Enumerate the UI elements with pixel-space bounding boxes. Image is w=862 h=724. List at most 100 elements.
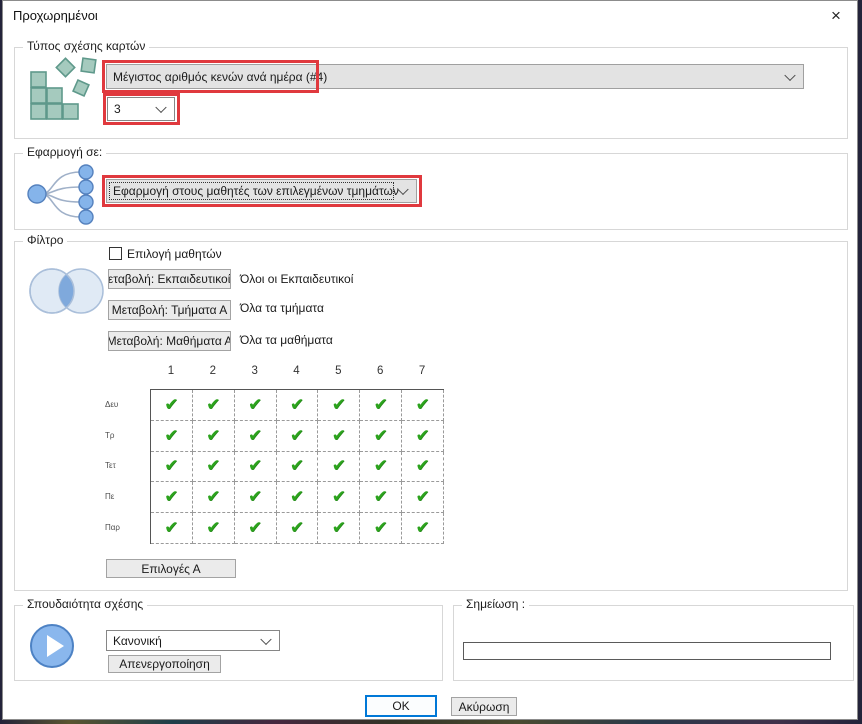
grid-cell[interactable]: ✔ xyxy=(193,482,235,513)
close-icon[interactable]: × xyxy=(817,2,855,30)
check-icon: ✔ xyxy=(290,518,304,538)
check-icon: ✔ xyxy=(206,395,220,415)
importance-value: Κανονική xyxy=(113,634,162,648)
grid-cell[interactable]: ✔ xyxy=(360,452,402,483)
check-icon: ✔ xyxy=(415,426,429,446)
chevron-down-icon xyxy=(784,69,795,80)
grid-cell[interactable]: ✔ xyxy=(151,513,193,544)
grid-column-header: 7 xyxy=(401,365,443,385)
disable-button[interactable]: Απενεργοποίηση xyxy=(108,655,221,673)
classes-status: Όλα τα τμήματα xyxy=(240,301,324,315)
check-icon: ✔ xyxy=(332,487,346,507)
dialog-title: Προχωρημένοι xyxy=(13,8,98,23)
grid-cell[interactable]: ✔ xyxy=(277,390,319,421)
check-icon: ✔ xyxy=(206,518,220,538)
grid-cell[interactable]: ✔ xyxy=(235,421,277,452)
change-lessons-button[interactable]: Μεταβολή: Μαθήματα Α xyxy=(108,331,231,351)
venn-icon xyxy=(25,265,105,322)
grid-cell[interactable]: ✔ xyxy=(151,482,193,513)
check-icon: ✔ xyxy=(332,518,346,538)
grid-cell[interactable]: ✔ xyxy=(151,390,193,421)
grid-cell[interactable]: ✔ xyxy=(193,513,235,544)
check-icon: ✔ xyxy=(332,426,346,446)
check-icon: ✔ xyxy=(374,518,388,538)
teachers-status: Όλοι οι Εκπαιδευτικοί xyxy=(240,272,353,286)
grid-row-label: Τρ xyxy=(105,420,149,451)
check-icon: ✔ xyxy=(206,426,220,446)
check-icon: ✔ xyxy=(164,395,178,415)
note-group: Σημείωση : xyxy=(453,605,854,681)
grid-cell[interactable]: ✔ xyxy=(193,452,235,483)
grid-cell[interactable]: ✔ xyxy=(318,421,360,452)
check-icon: ✔ xyxy=(248,456,262,476)
check-icon: ✔ xyxy=(415,487,429,507)
grid-cell[interactable]: ✔ xyxy=(318,513,360,544)
check-icon: ✔ xyxy=(415,395,429,415)
grid-cell[interactable]: ✔ xyxy=(402,390,444,421)
focus-rect xyxy=(109,182,394,200)
grid-cell[interactable]: ✔ xyxy=(193,421,235,452)
grid-cell[interactable]: ✔ xyxy=(277,513,319,544)
change-teachers-button[interactable]: Μεταβολή: Εκπαιδευτικοί Α xyxy=(108,269,231,289)
grid-cell[interactable]: ✔ xyxy=(151,452,193,483)
grid-cell[interactable]: ✔ xyxy=(235,513,277,544)
check-icon: ✔ xyxy=(206,487,220,507)
grid-cell[interactable]: ✔ xyxy=(318,390,360,421)
grid-cell[interactable]: ✔ xyxy=(360,421,402,452)
note-group-label: Σημείωση : xyxy=(462,597,529,611)
change-classes-button[interactable]: Μεταβολή: Τμήματα Α xyxy=(108,300,231,320)
grid-cell[interactable]: ✔ xyxy=(193,390,235,421)
relation-type-value: Μέγιστος αριθμός κενών ανά ημέρα (#4) xyxy=(113,70,327,84)
grid-column-header: 5 xyxy=(317,365,359,385)
check-icon: ✔ xyxy=(415,456,429,476)
check-icon: ✔ xyxy=(374,426,388,446)
grid-cell[interactable]: ✔ xyxy=(151,421,193,452)
check-icon: ✔ xyxy=(164,456,178,476)
grid-cell[interactable]: ✔ xyxy=(402,482,444,513)
chevron-down-icon xyxy=(155,102,166,113)
check-icon: ✔ xyxy=(206,456,220,476)
grid-cell[interactable]: ✔ xyxy=(235,390,277,421)
hierarchy-icon xyxy=(25,163,101,230)
grid-cell[interactable]: ✔ xyxy=(318,452,360,483)
grid-cell[interactable]: ✔ xyxy=(277,452,319,483)
grid-column-header: 2 xyxy=(192,365,234,385)
grid-cell[interactable]: ✔ xyxy=(360,513,402,544)
grid-cell[interactable]: ✔ xyxy=(235,482,277,513)
grid-column-headers: 1234567 xyxy=(150,365,443,385)
grid-cell[interactable]: ✔ xyxy=(318,482,360,513)
card-relation-group: Τύπος σχέσης καρτών xyxy=(14,47,848,139)
check-icon: ✔ xyxy=(248,487,262,507)
note-input[interactable] xyxy=(463,642,831,660)
grid-cell[interactable]: ✔ xyxy=(360,482,402,513)
check-icon: ✔ xyxy=(290,487,304,507)
grid-cell[interactable]: ✔ xyxy=(277,421,319,452)
check-icon: ✔ xyxy=(332,456,346,476)
check-icon: ✔ xyxy=(248,395,262,415)
chevron-down-icon xyxy=(260,633,271,644)
select-students-label: Επιλογή μαθητών xyxy=(127,247,222,261)
check-icon: ✔ xyxy=(290,426,304,446)
apply-to-select[interactable]: Εφαρμογή στους μαθητές των επιλεγμένων τ… xyxy=(106,179,417,203)
relation-type-select[interactable]: Μέγιστος αριθμός κενών ανά ημέρα (#4) xyxy=(106,64,804,89)
advanced-dialog: Προχωρημένοι × Τύπος σχέσης καρτών Μέγισ… xyxy=(2,0,858,720)
importance-select[interactable]: Κανονική xyxy=(106,630,280,651)
grid-column-header: 1 xyxy=(150,365,192,385)
lessons-status: Όλα τα μαθήματα xyxy=(240,333,333,347)
cancel-button[interactable]: Ακύρωση xyxy=(451,697,517,716)
grid-cell[interactable]: ✔ xyxy=(277,482,319,513)
chevron-down-icon xyxy=(397,184,408,195)
gap-count-select[interactable]: 3 xyxy=(107,97,175,121)
options-button[interactable]: Επιλογές Α xyxy=(106,559,236,578)
ok-button[interactable]: OK xyxy=(365,695,437,717)
card-relation-group-label: Τύπος σχέσης καρτών xyxy=(23,39,149,53)
title-bar: Προχωρημένοι × xyxy=(3,1,857,31)
grid-cell[interactable]: ✔ xyxy=(402,513,444,544)
grid-cell[interactable]: ✔ xyxy=(360,390,402,421)
importance-group-label: Σπουδαιότητα σχέσης xyxy=(23,597,147,611)
grid-cell[interactable]: ✔ xyxy=(235,452,277,483)
grid-column-header: 6 xyxy=(359,365,401,385)
select-students-checkbox[interactable] xyxy=(109,247,122,260)
grid-cell[interactable]: ✔ xyxy=(402,421,444,452)
grid-cell[interactable]: ✔ xyxy=(402,452,444,483)
